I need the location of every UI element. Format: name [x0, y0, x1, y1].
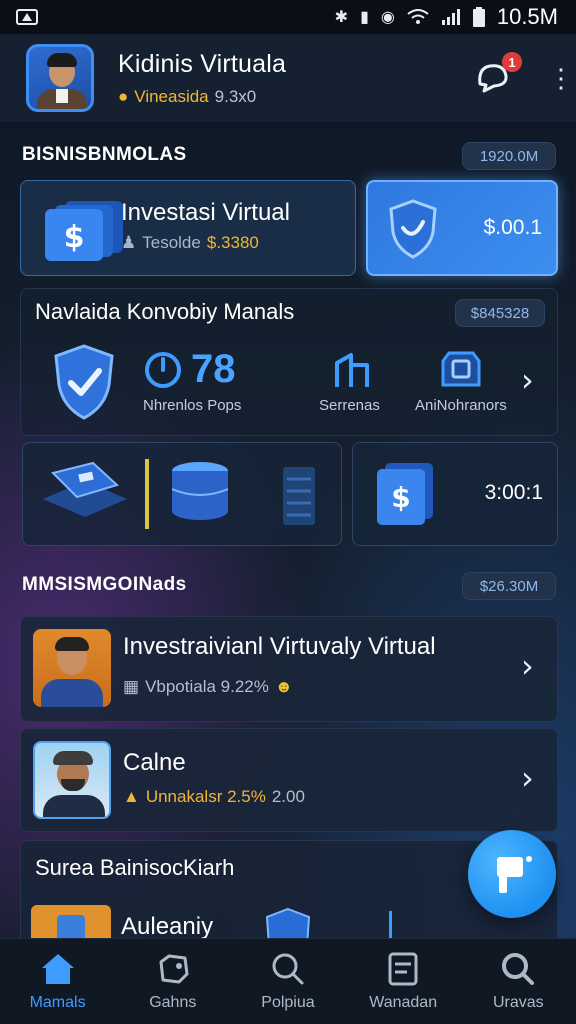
list-item-avatar	[33, 741, 111, 819]
servers-card[interactable]	[22, 442, 342, 546]
nav-label-search: Polpiua	[261, 993, 315, 1011]
profile-subtitle: ● Vineasida 9.3x0	[118, 87, 474, 107]
user-icon: ♟	[121, 233, 137, 252]
invest-card-sub-label: Tesolde	[142, 233, 201, 252]
shield-balance-card[interactable]: $.00.1	[366, 180, 558, 276]
list-item[interactable]: Calne ▲ Unnakalsr 2.5% 2.00 ›	[20, 728, 558, 832]
dollar-stack-icon: $	[377, 463, 433, 525]
stat-label: Nhrenlos Pops	[143, 397, 242, 414]
feature-label-1: Serrenas	[319, 397, 380, 414]
list-item-avatar	[33, 629, 111, 707]
notification-button[interactable]: 1	[474, 52, 522, 98]
nav-item-home[interactable]: Mamals	[3, 952, 113, 1012]
subtitle-label: Vineasida	[134, 86, 209, 106]
notification-badge: 1	[502, 52, 522, 72]
section-3-pill: $26.30M	[462, 572, 556, 600]
bottom-navigation: Mamals Gahns Polpiua Wanadan Uravas	[0, 938, 576, 1024]
avatar[interactable]	[26, 44, 94, 112]
invest-card-subtitle: ♟ Tesolde $.3380	[121, 233, 259, 253]
clock-time: 10.5M	[496, 4, 558, 29]
section-4-divider	[389, 911, 392, 941]
svg-text:$: $	[391, 481, 410, 514]
nav-label-home: Mamals	[29, 993, 86, 1011]
section-heading-3: MMSISMGOINads	[22, 574, 187, 595]
section-heading-1: BISNISBNMOLAS	[22, 144, 187, 165]
nav-label-explore: Uravas	[493, 993, 544, 1011]
document-icon	[388, 952, 418, 985]
chevron-right-icon[interactable]: ›	[521, 647, 534, 685]
server-rack-icon	[283, 467, 315, 525]
laptop-icon	[43, 461, 127, 517]
money-card[interactable]: $ 3:00:1	[352, 442, 558, 546]
vibrate-icon: ✱	[334, 9, 349, 26]
list-item[interactable]: Investraivianl Virtuvaly Virtual ▦ Vbpot…	[20, 616, 558, 722]
section-heading-4: Surea BainisocKiarh	[35, 855, 235, 880]
list-item-extra: 2.00	[271, 787, 305, 806]
battery-icon	[472, 7, 485, 27]
section-1-pill: 1920.0M	[462, 142, 556, 170]
trend-icon: ▲	[123, 787, 140, 806]
nav-label-games: Gahns	[149, 993, 197, 1011]
nav-label-documents: Wanadan	[369, 993, 438, 1011]
magnifier-icon	[502, 952, 535, 985]
verified-shield-icon	[54, 344, 114, 420]
dollar-wallet-icon: $	[45, 201, 123, 261]
profile-name: Kidinis Virtuala	[118, 49, 287, 78]
signal-icon	[441, 9, 460, 25]
nav-item-explore[interactable]: Uravas	[463, 952, 573, 1012]
chevron-right-icon[interactable]: ›	[521, 361, 534, 399]
search-icon	[272, 953, 304, 984]
subtitle-value: 9.3x0	[214, 86, 257, 106]
section-heading-2: Navlaida Konvobiy Manals	[35, 299, 295, 324]
chart-icon: ▦	[123, 677, 140, 696]
coin-icon: ●	[118, 86, 129, 106]
nfc-icon: ▮	[360, 9, 369, 26]
divider-bar	[145, 459, 149, 529]
warning-icon	[16, 9, 38, 25]
section-4-item-title: Auleaniy	[121, 913, 214, 940]
svg-text:$: $	[64, 220, 85, 255]
invest-card-title: Investasi Virtual	[121, 199, 290, 226]
shield-card-value: $.00.1	[483, 216, 542, 239]
gamepad-icon	[159, 954, 189, 983]
chevron-right-icon[interactable]: ›	[521, 759, 534, 797]
list-item-subtitle: ▲ Unnakalsr 2.5% 2.00	[123, 787, 305, 807]
shield-icon	[389, 199, 437, 259]
money-card-value: 3:00:1	[484, 481, 543, 504]
flag-icon	[497, 856, 532, 893]
alarm-icon: ◉	[380, 9, 395, 26]
flag-fab-button[interactable]	[468, 830, 556, 918]
more-menu-icon[interactable]: ⋮	[548, 65, 574, 91]
invest-card-sub-value: $.3380	[206, 233, 259, 252]
section-2-pill: $845328	[455, 299, 545, 327]
stat-block: 78	[143, 347, 236, 392]
app-header: Kidinis Virtuala ● Vineasida 9.3x0 1 ⋮	[0, 34, 576, 122]
building-icon	[335, 353, 369, 387]
wifi-icon	[407, 9, 429, 24]
stat-value: 78	[191, 347, 236, 391]
conversion-panel: Navlaida Konvobiy Manals $845328 78 Nhre…	[20, 288, 558, 436]
feature-label-2: AniNohranors	[415, 397, 507, 414]
list-item-title: Calne	[123, 749, 186, 776]
list-item-sub-text: Vbpotiala 9.22%	[145, 677, 269, 696]
nav-item-search[interactable]: Polpiua	[233, 952, 343, 1012]
nav-item-games[interactable]: Gahns	[118, 952, 228, 1012]
invest-virtual-card[interactable]: $ Investasi Virtual ♟ Tesolde $.3380	[20, 180, 356, 276]
list-item-title: Investraivianl Virtuvaly Virtual	[123, 633, 436, 660]
database-icon	[171, 462, 229, 520]
list-item-sub-text: Unnakalsr 2.5%	[145, 787, 266, 806]
status-bar: ✱ ▮ ◉ 10.5M	[0, 0, 576, 34]
timer-icon	[145, 351, 181, 388]
home-icon	[41, 953, 74, 984]
list-item-subtitle: ▦ Vbpotiala 9.22% ☻	[123, 677, 293, 697]
vault-icon	[441, 351, 481, 387]
smiley-icon: ☻	[274, 677, 293, 696]
nav-item-documents[interactable]: Wanadan	[348, 952, 458, 1012]
